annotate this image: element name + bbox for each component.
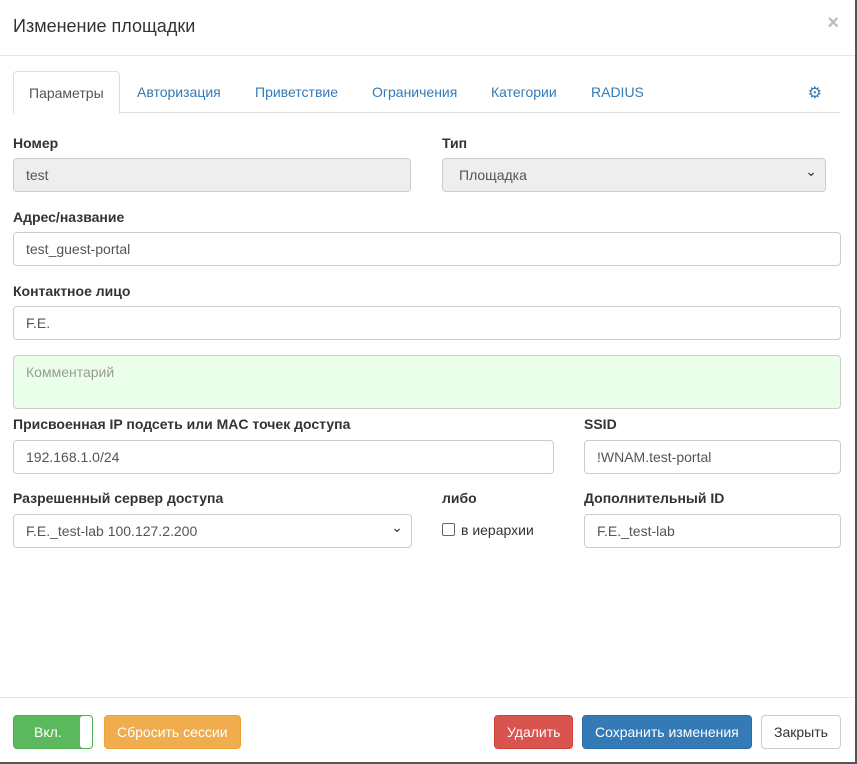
- close-icon[interactable]: ×: [827, 12, 839, 35]
- tab-restrictions[interactable]: Ограничения: [357, 71, 472, 113]
- subnet-input[interactable]: 192.168.1.0/24: [13, 440, 554, 474]
- extra-id-input[interactable]: F.E._test-lab: [584, 514, 841, 548]
- address-label: Адрес/название: [13, 209, 125, 225]
- number-input[interactable]: test: [13, 158, 411, 192]
- tab-authorization[interactable]: Авторизация: [122, 71, 236, 113]
- address-input[interactable]: test_guest-portal: [13, 232, 841, 266]
- tabs: Параметры Авторизация Приветствие Ограни…: [13, 71, 840, 114]
- comment-textarea[interactable]: Комментарий: [13, 355, 841, 409]
- tab-parameters[interactable]: Параметры: [13, 71, 120, 114]
- server-select[interactable]: F.E._test-lab 100.127.2.200: [13, 511, 412, 548]
- tab-greeting[interactable]: Приветствие: [240, 71, 353, 113]
- extra-id-label: Дополнительный ID: [584, 490, 725, 506]
- toggle-handle[interactable]: [80, 716, 92, 748]
- subnet-label: Присвоенная IP подсеть или MAC точек дос…: [13, 416, 351, 432]
- hierarchy-label: в иерархии: [461, 522, 534, 538]
- edit-site-modal: Изменение площадки × Параметры Авторизац…: [0, 0, 857, 764]
- ssid-label: SSID: [584, 416, 617, 432]
- modal-title: Изменение площадки: [13, 16, 196, 36]
- toggle-label: Вкл.: [34, 724, 62, 740]
- gear-icon[interactable]: ⚙: [808, 83, 822, 103]
- modal-header: Изменение площадки ×: [0, 0, 855, 56]
- ssid-input[interactable]: !WNAM.test-portal: [584, 440, 841, 474]
- number-label: Номер: [13, 135, 59, 151]
- delete-button[interactable]: Удалить: [494, 715, 574, 749]
- modal-footer: Вкл. Сбросить сессии Удалить Сохранить и…: [0, 697, 855, 762]
- enabled-toggle[interactable]: Вкл.: [13, 715, 93, 749]
- server-label: Разрешенный сервер доступа: [13, 490, 224, 506]
- contact-label: Контактное лицо: [13, 283, 131, 299]
- contact-input[interactable]: F.E.: [13, 306, 841, 340]
- tab-categories[interactable]: Категории: [476, 71, 572, 113]
- close-button[interactable]: Закрыть: [761, 715, 841, 749]
- type-select[interactable]: Площадка: [442, 155, 826, 192]
- tab-radius[interactable]: RADIUS: [576, 71, 659, 113]
- save-button[interactable]: Сохранить изменения: [582, 715, 752, 749]
- hierarchy-checkbox[interactable]: [442, 523, 455, 536]
- type-label: Тип: [442, 135, 468, 151]
- reset-sessions-button[interactable]: Сбросить сессии: [104, 715, 241, 749]
- or-label: либо: [442, 490, 477, 506]
